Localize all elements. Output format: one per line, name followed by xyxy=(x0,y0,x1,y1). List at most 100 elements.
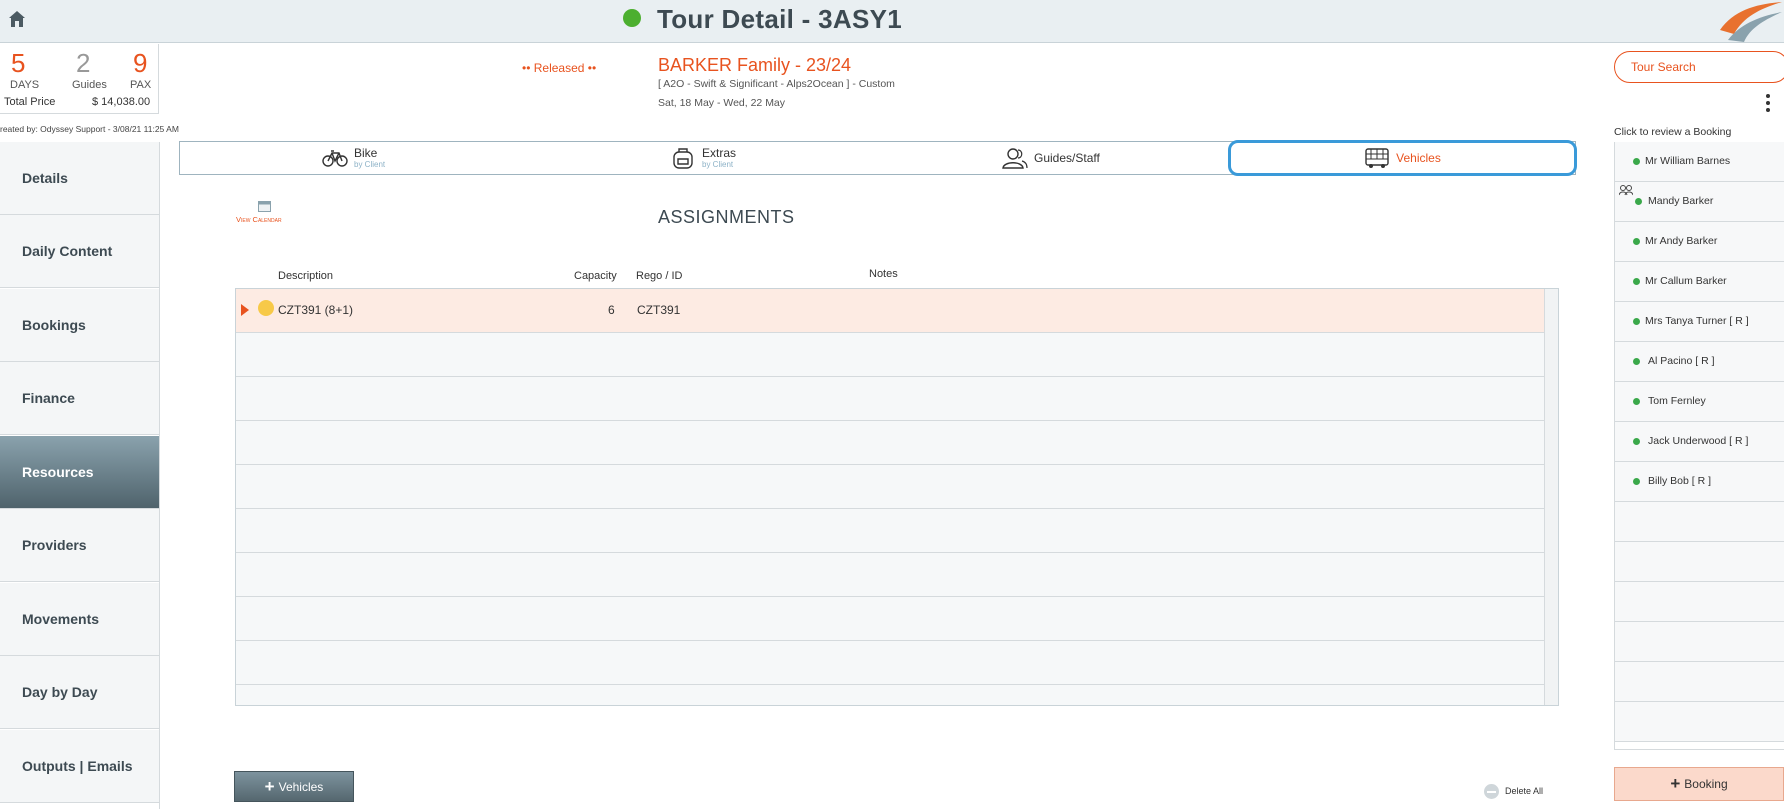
table-scrollbar[interactable] xyxy=(1544,289,1558,705)
list-item[interactable]: Mr Andy Barker xyxy=(1615,222,1784,262)
list-item[interactable]: Billy Bob [ R ] xyxy=(1615,462,1784,502)
tab-extras-label: Extras xyxy=(702,146,737,160)
list-item[interactable]: Mrs Tanya Turner [ R ] xyxy=(1615,302,1784,342)
list-item[interactable]: Al Pacino [ R ] xyxy=(1615,342,1784,382)
empty-row xyxy=(236,333,1544,377)
status-dot xyxy=(1633,478,1640,485)
add-vehicles-button[interactable]: + Vehicles xyxy=(234,771,354,802)
empty-row xyxy=(236,465,1544,509)
table-row[interactable]: CZT391 (8+1) 6 CZT391 xyxy=(236,289,1544,333)
list-item[interactable]: Mr William Barnes xyxy=(1615,142,1784,182)
empty-list-item xyxy=(1615,542,1784,582)
sidebar-item-finance[interactable]: Finance xyxy=(0,362,159,435)
pax-count: 9 xyxy=(133,48,148,78)
col-notes: Notes xyxy=(869,268,898,280)
plus-icon: + xyxy=(1670,774,1681,793)
pax-label: PAX xyxy=(130,79,152,91)
assignments-title: ASSIGNMENTS xyxy=(658,207,795,227)
cell-capacity: 6 xyxy=(608,303,615,317)
delete-all-button[interactable]: Delete All xyxy=(1484,783,1543,799)
sidebar-item-day-by-day[interactable]: Day by Day xyxy=(0,656,159,729)
status-dot xyxy=(1633,358,1640,365)
bicycle-icon xyxy=(322,150,348,167)
status-dot xyxy=(1635,198,1642,205)
tab-guides-staff-label: Guides/Staff xyxy=(1034,150,1100,165)
tab-vehicles[interactable]: Vehicles xyxy=(1228,140,1577,176)
booking-name: Al Pacino [ R ] xyxy=(1648,355,1715,367)
empty-row xyxy=(236,421,1544,465)
booking-name: Mrs Tanya Turner [ R ] xyxy=(1645,315,1749,327)
booking-name: Mr Andy Barker xyxy=(1645,235,1718,247)
guides-label: Guides xyxy=(72,79,107,91)
booking-name: Mandy Barker xyxy=(1648,195,1714,207)
sidebar-item-outputs-emails[interactable]: Outputs | Emails xyxy=(0,730,159,803)
list-item[interactable]: Mr Callum Barker xyxy=(1615,262,1784,302)
assignments-table: CZT391 (8+1) 6 CZT391 xyxy=(235,288,1559,706)
cell-description: CZT391 (8+1) xyxy=(278,303,354,317)
status-dot xyxy=(1633,318,1640,325)
empty-row xyxy=(236,377,1544,421)
booking-name: Tom Fernley xyxy=(1648,395,1706,407)
empty-row xyxy=(236,509,1544,553)
tab-guides-staff[interactable]: Guides/Staff xyxy=(1002,142,1100,174)
sidebar-item-resources[interactable]: Resources xyxy=(0,436,159,509)
minus-circle-icon xyxy=(1484,783,1499,799)
empty-list-item xyxy=(1615,502,1784,542)
days-count: 5 xyxy=(11,48,26,78)
people-icon xyxy=(1002,148,1028,169)
cell-rego: CZT391 xyxy=(637,303,681,317)
booking-name: Mr William Barnes xyxy=(1645,155,1731,167)
page-title: Tour Detail - 3ASY1 xyxy=(657,4,903,34)
release-status: •• Released •• xyxy=(522,61,597,75)
col-description: Description xyxy=(278,270,334,282)
tab-extras[interactable]: Extras by Client xyxy=(670,142,736,174)
empty-list-item xyxy=(1615,582,1784,622)
sidebar-item-movements[interactable]: Movements xyxy=(0,583,159,656)
sidebar-item-bookings[interactable]: Bookings xyxy=(0,289,159,362)
empty-list-item xyxy=(1615,622,1784,662)
list-item[interactable]: Tom Fernley xyxy=(1615,382,1784,422)
status-dot xyxy=(1633,158,1640,165)
days-label: DAYS xyxy=(10,79,40,91)
tour-stats: 5 DAYS 2 Guides 9 PAX Total Price $ 14,0… xyxy=(0,44,159,114)
status-dot xyxy=(258,300,274,316)
status-indicator xyxy=(623,9,641,27)
tour-search-button[interactable]: Tour Search xyxy=(1614,51,1784,83)
list-item[interactable]: Mandy Barker xyxy=(1615,182,1784,222)
tab-bike[interactable]: Bike by Client xyxy=(322,142,385,174)
sidebar-item-daily-content[interactable]: Daily Content xyxy=(0,215,159,288)
delete-all-label: Delete All xyxy=(1505,786,1544,796)
tab-bike-label: Bike xyxy=(354,146,378,160)
more-options-icon[interactable] xyxy=(1762,94,1774,114)
tab-vehicles-label: Vehicles xyxy=(1396,150,1441,165)
view-calendar-label: View Calendar xyxy=(236,215,282,224)
plus-icon: + xyxy=(264,776,275,796)
sidebar-item-providers[interactable]: Providers xyxy=(0,509,159,582)
bus-icon xyxy=(1365,148,1389,168)
group-icon xyxy=(1619,185,1633,196)
expand-row-icon[interactable] xyxy=(241,304,249,316)
empty-list-item xyxy=(1615,662,1784,702)
view-calendar-button[interactable]: View Calendar xyxy=(236,200,294,226)
review-booking-hint: Click to review a Booking xyxy=(1614,126,1732,138)
total-price-value: $ 14,038.00 xyxy=(92,96,151,108)
tab-bike-sub: by Client xyxy=(354,160,386,169)
top-bar: Tour Detail - 3ASY1 xyxy=(0,0,1784,43)
add-booking-button[interactable]: + Booking xyxy=(1614,767,1784,801)
created-by-text: reated by: Odyssey Support - 3/08/21 11:… xyxy=(0,124,179,134)
booking-name: Mr Callum Barker xyxy=(1645,275,1727,287)
brand-logo xyxy=(1720,2,1782,42)
list-item[interactable]: Jack Underwood [ R ] xyxy=(1615,422,1784,462)
status-dot xyxy=(1633,278,1640,285)
home-icon[interactable] xyxy=(7,9,27,29)
guides-count: 2 xyxy=(76,48,91,78)
tab-extras-sub: by Client xyxy=(702,160,734,169)
status-dot xyxy=(1633,438,1640,445)
booking-name: Jack Underwood [ R ] xyxy=(1648,435,1749,447)
sidebar-item-details[interactable]: Details xyxy=(0,142,159,215)
add-booking-label: Booking xyxy=(1684,777,1728,791)
empty-row xyxy=(236,641,1544,685)
empty-list-item xyxy=(1615,702,1784,742)
col-capacity: Capacity xyxy=(574,270,617,282)
total-price-label: Total Price xyxy=(4,96,56,108)
